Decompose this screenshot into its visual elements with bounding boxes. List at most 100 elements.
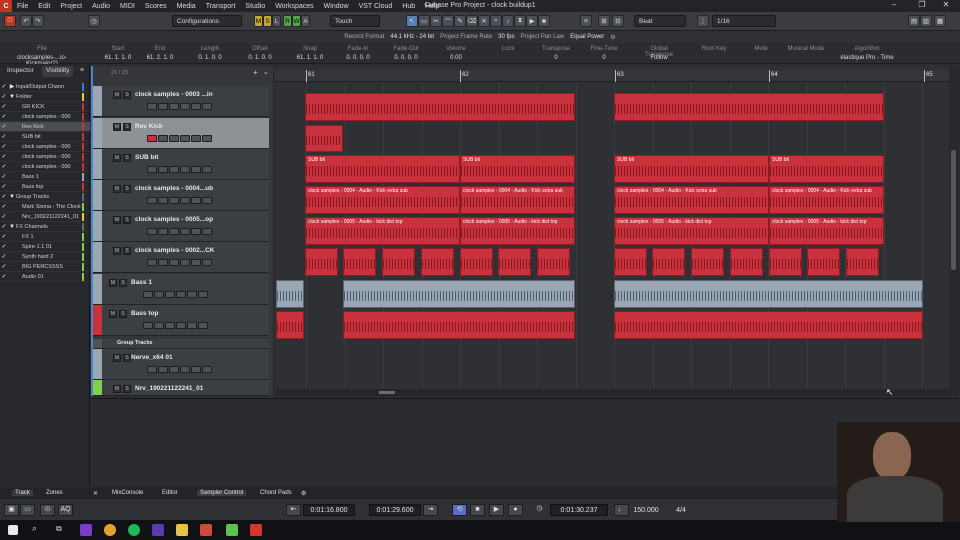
audio-event[interactable] (343, 280, 575, 308)
audio-event[interactable]: clock samples - 0004 - Audio - Kick extr… (614, 186, 769, 214)
tab-track[interactable]: Track (12, 490, 33, 496)
track-name[interactable]: Nerve_x64 01 (131, 354, 173, 361)
track-control-button[interactable] (147, 197, 157, 204)
track-name[interactable]: Group Tracks (117, 340, 152, 346)
audio-event[interactable]: clock samples - 0005 - Audio - kick dist… (305, 217, 460, 245)
mute-button[interactable]: M (109, 310, 117, 318)
redo-button[interactable]: ↷ (32, 15, 44, 27)
track-control-button[interactable] (169, 103, 179, 110)
check-icon[interactable]: ✓ (0, 123, 8, 130)
check-icon[interactable]: ✓ (0, 253, 8, 260)
track-color-strip[interactable] (93, 149, 102, 179)
track-color-strip[interactable] (93, 349, 102, 379)
solo-button[interactable]: S (123, 185, 131, 193)
track-control-button[interactable] (165, 322, 175, 329)
ruler[interactable]: 61 62 63 64 65 (275, 70, 949, 82)
track-control-button[interactable] (202, 166, 212, 173)
solo-button[interactable]: S (123, 385, 131, 393)
info-value-end[interactable]: 61. 2. 1. 0 (140, 55, 180, 61)
track-control-button[interactable] (198, 291, 208, 298)
search-icon[interactable]: ⌕ (32, 523, 44, 535)
scrollbar-thumb[interactable] (951, 150, 956, 270)
menu-studio[interactable]: Studio (240, 3, 270, 10)
track-name[interactable]: Nrv_190221122241_01 (135, 385, 203, 392)
kick-event[interactable] (769, 248, 802, 276)
kick-event[interactable] (652, 248, 685, 276)
track-control-button[interactable] (143, 291, 153, 298)
menu-help[interactable]: Help (420, 3, 444, 10)
track-control-button[interactable] (158, 228, 168, 235)
snap-icon[interactable]: ⊞ (598, 15, 610, 27)
visibility-item[interactable]: ✓ Rev Kick (0, 122, 90, 132)
stop-button[interactable]: ■ (470, 504, 485, 516)
track-control-button[interactable] (147, 166, 157, 173)
track-control-button[interactable] (191, 103, 201, 110)
track-control-button[interactable] (176, 322, 186, 329)
layout-bottom-icon[interactable]: ▥ (920, 15, 932, 27)
info-value-fade-in[interactable]: 0. 0. 0. 0 (338, 55, 378, 61)
menu-vst-cloud[interactable]: VST Cloud (354, 3, 398, 10)
track-header[interactable]: M S Nerve_x64 01 (93, 349, 269, 380)
constrain-delay-icon[interactable]: ◷ (88, 15, 100, 27)
mode-l-button[interactable]: L (272, 15, 281, 27)
track-color-strip[interactable] (93, 180, 102, 210)
auto-quantize-icon[interactable]: AQ (58, 504, 73, 516)
info-value-length[interactable]: 0. 1. 0. 0 (190, 55, 230, 61)
quantize-preset-select[interactable]: 1/16 (712, 15, 776, 27)
kick-event[interactable] (343, 248, 376, 276)
solo-button[interactable]: S (123, 354, 131, 362)
audio-event[interactable]: clock samples - 0004 - Audio - Kick extr… (305, 186, 460, 214)
track-control-button[interactable] (147, 366, 157, 373)
play-tool-icon[interactable]: ▶ (526, 15, 538, 27)
check-icon[interactable]: ✓ (0, 193, 8, 200)
record-button[interactable]: ● (508, 504, 523, 516)
metronome-icon[interactable]: ♩ (614, 504, 629, 516)
track-control-button[interactable] (180, 166, 190, 173)
track-control-button[interactable] (147, 135, 157, 142)
track-color-strip[interactable] (93, 274, 102, 304)
solo-button[interactable]: S (119, 279, 127, 287)
track-name[interactable]: SUB bit (135, 154, 158, 161)
track-control-button[interactable] (191, 166, 201, 173)
visibility-item[interactable]: ✓ ▼ Folder (0, 92, 90, 102)
range-tool-icon[interactable]: ▭ (418, 15, 430, 27)
visibility-item[interactable]: ✓ ▼ FX Channels (0, 222, 90, 232)
check-icon[interactable]: ✓ (0, 213, 8, 220)
mute-button[interactable]: M (113, 385, 121, 393)
audio-event[interactable]: SUB bit (769, 155, 884, 183)
info-value-start[interactable]: 61. 1. 1. 0 (98, 55, 138, 61)
info-value-algorithm[interactable]: élastique Pro - Time (832, 55, 902, 61)
track-name[interactable]: clock samples - 0004...ub (135, 185, 213, 192)
position-display[interactable]: 0:01:30.237 (550, 504, 608, 516)
track-control-button[interactable] (169, 166, 179, 173)
track-control-button[interactable] (154, 291, 164, 298)
audio-event[interactable] (614, 311, 923, 339)
track-header[interactable]: M Sclock samples - 0003 ...in (93, 86, 269, 117)
track-control-button[interactable] (191, 197, 201, 204)
add-track-icon[interactable]: + (253, 68, 258, 77)
expand-arrow-icon[interactable]: ▼ (8, 224, 16, 230)
check-icon[interactable]: ✓ (0, 243, 8, 250)
punch-in-icon[interactable]: ⇤ (286, 504, 301, 516)
track-control-button[interactable] (158, 166, 168, 173)
solo-button[interactable]: S (123, 91, 131, 99)
info-value-transpose[interactable]: 0 (536, 55, 576, 61)
visibility-item[interactable]: ✓ clock samples - 000 (0, 142, 90, 152)
track-color-strip[interactable] (93, 242, 102, 272)
info-value-fade-out[interactable]: 0. 0. 0. 0 (386, 55, 426, 61)
cubase-taskbar-icon[interactable] (200, 524, 212, 536)
check-icon[interactable]: ✓ (0, 83, 8, 90)
track-control-button[interactable] (202, 259, 212, 266)
task-view-icon[interactable]: ⧉ (56, 524, 68, 536)
solo-button[interactable]: S (123, 123, 131, 131)
chrome-icon[interactable] (104, 524, 116, 536)
visibility-item[interactable]: ✓ GR KICK (0, 102, 90, 112)
chevron-down-icon[interactable]: ⌄ (263, 68, 269, 76)
track-color-strip[interactable] (93, 305, 102, 335)
tempo-display[interactable]: 150.000 (630, 504, 662, 516)
track-control-button[interactable] (158, 259, 168, 266)
visibility-item[interactable]: ✓ BIG PERCSSSS (0, 262, 90, 272)
app-icon[interactable] (80, 524, 92, 536)
audio-event[interactable]: clock samples - 0005 - Audio - kick dist… (614, 217, 769, 245)
kick-event[interactable] (614, 248, 647, 276)
